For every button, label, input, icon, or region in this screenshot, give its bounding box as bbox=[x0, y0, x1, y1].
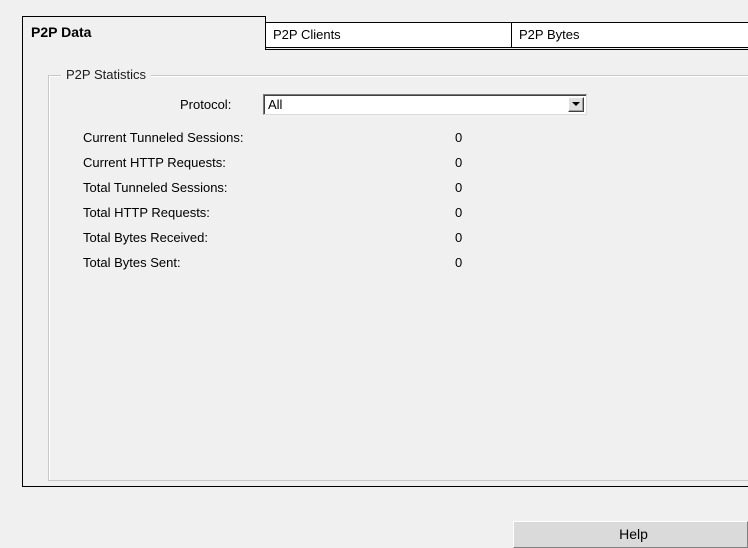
stat-label: Total HTTP Requests: bbox=[83, 205, 210, 220]
stat-value: 0 bbox=[455, 205, 463, 220]
stat-label: Current HTTP Requests: bbox=[83, 155, 226, 170]
stat-value: 0 bbox=[455, 255, 463, 270]
stat-value: 0 bbox=[455, 180, 463, 195]
tab-panel: P2P Statistics Protocol: All Current Tun… bbox=[22, 49, 748, 487]
stat-row: Total HTTP Requests: 0 bbox=[83, 203, 503, 223]
stat-value: 0 bbox=[455, 230, 463, 245]
help-button[interactable]: Help bbox=[513, 521, 748, 548]
stat-label: Total Tunneled Sessions: bbox=[83, 180, 228, 195]
group-title: P2P Statistics bbox=[61, 67, 151, 83]
stat-row: Total Tunneled Sessions: 0 bbox=[83, 178, 503, 198]
protocol-label: Protocol: bbox=[180, 97, 232, 112]
tab-strip: P2P Data P2P Clients P2P Bytes bbox=[22, 16, 748, 50]
stat-row: Current Tunneled Sessions: 0 bbox=[83, 128, 503, 148]
stat-label: Total Bytes Sent: bbox=[83, 255, 181, 270]
p2p-dialog: P2P Data P2P Clients P2P Bytes P2P Stati… bbox=[0, 0, 748, 548]
stat-label: Total Bytes Received: bbox=[83, 230, 209, 245]
stat-value: 0 bbox=[455, 155, 463, 170]
stat-label: Current Tunneled Sessions: bbox=[83, 130, 244, 145]
tab-p2p-data[interactable]: P2P Data bbox=[22, 16, 266, 50]
protocol-select[interactable]: All bbox=[263, 94, 587, 115]
stat-value: 0 bbox=[455, 130, 463, 145]
stat-row: Current HTTP Requests: 0 bbox=[83, 153, 503, 173]
dropdown-button[interactable] bbox=[568, 97, 584, 112]
p2p-statistics-group: P2P Statistics Protocol: All Current Tun… bbox=[48, 67, 748, 481]
protocol-selected-value: All bbox=[268, 97, 283, 112]
chevron-down-icon bbox=[572, 102, 580, 106]
tab-p2p-bytes[interactable]: P2P Bytes bbox=[511, 22, 748, 48]
stat-row: Total Bytes Received: 0 bbox=[83, 228, 503, 248]
stat-row: Total Bytes Sent: 0 bbox=[83, 253, 503, 273]
tab-p2p-clients[interactable]: P2P Clients bbox=[265, 22, 512, 48]
